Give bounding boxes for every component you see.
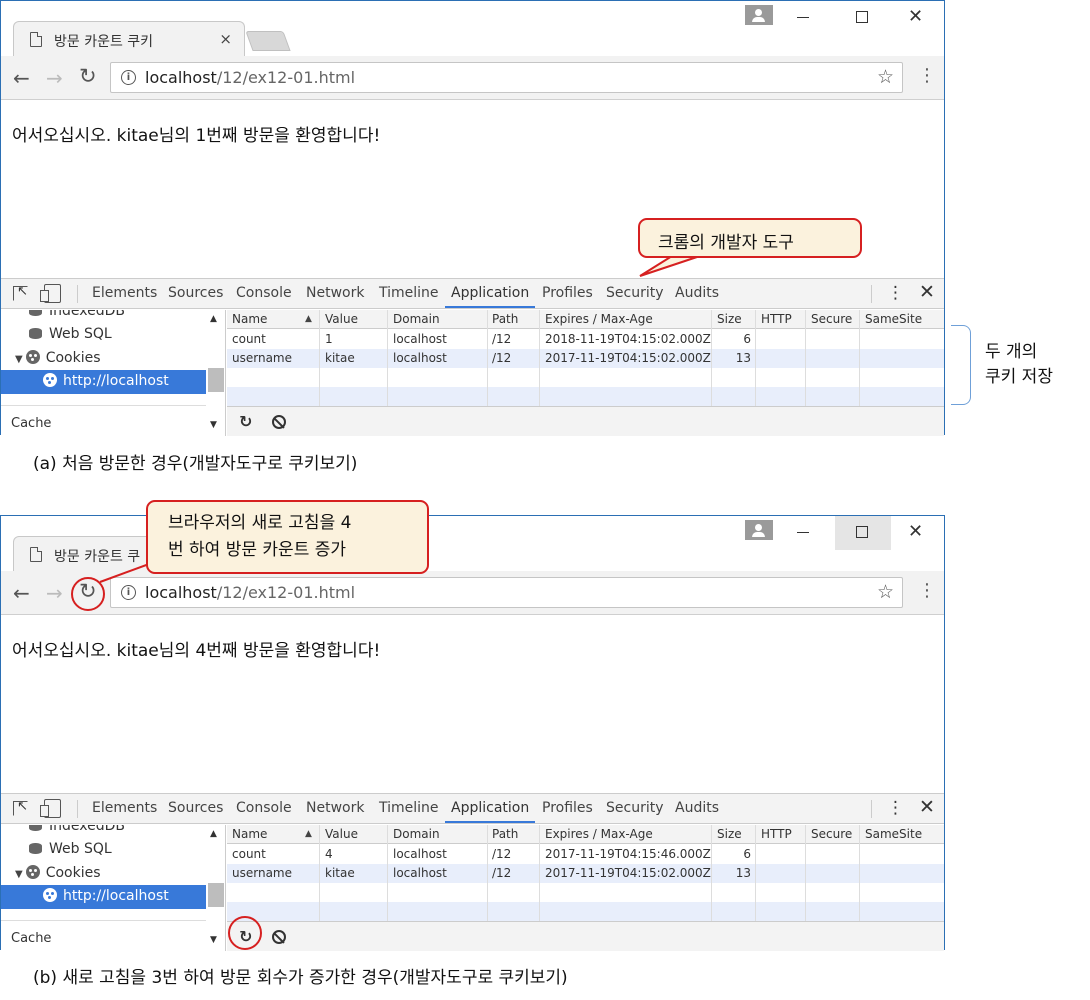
- reload-callout: 브라우저의 새로 고침을 4 번 하여 방문 카운트 증가: [146, 500, 429, 574]
- devtools-callout: 크롬의 개발자 도구: [638, 218, 862, 258]
- callout-pointer-a: [639, 255, 701, 277]
- callout-line: 번 하여 방문 카운트 증가: [168, 540, 347, 560]
- highlight-circle-refresh: [228, 916, 262, 950]
- callout-line: 브라우저의 새로 고침을 4: [168, 513, 352, 533]
- highlight-circle-reload: [71, 577, 105, 611]
